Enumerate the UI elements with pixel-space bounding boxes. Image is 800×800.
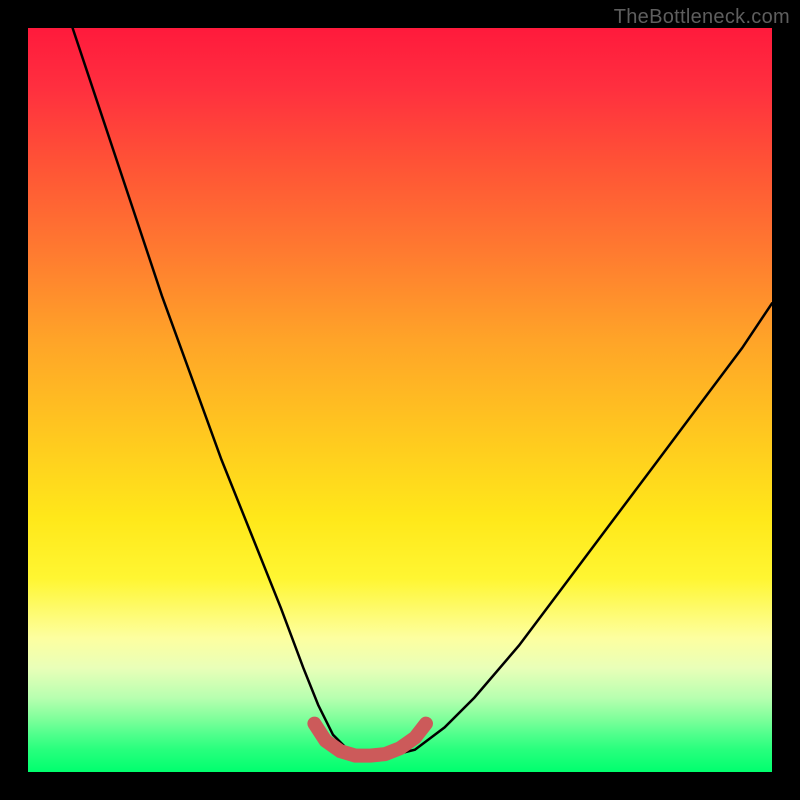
chart-svg xyxy=(28,28,772,772)
plot-area xyxy=(28,28,772,772)
watermark-text: TheBottleneck.com xyxy=(614,6,790,29)
bottleneck-curve xyxy=(73,28,772,757)
chart-frame: TheBottleneck.com xyxy=(0,0,800,800)
